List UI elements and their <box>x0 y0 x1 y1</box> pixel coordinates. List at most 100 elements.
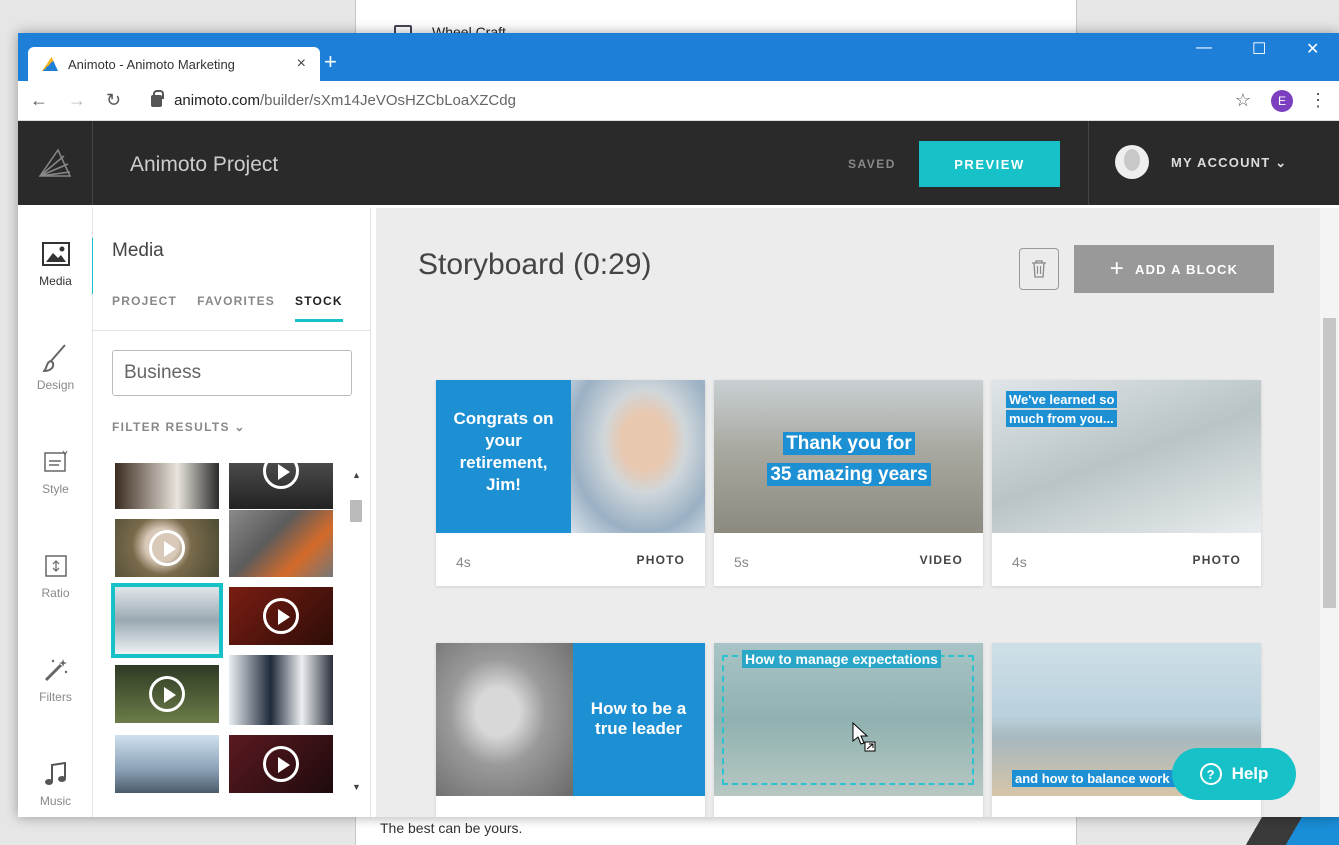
help-button[interactable]: ? Help <box>1172 748 1296 800</box>
sidebar-rail: Media Design Style Ratio Filters Music <box>18 208 96 817</box>
block-duration: 5s <box>734 554 749 570</box>
block-type: VIDEO <box>919 553 963 567</box>
browser-window: Animoto - Animoto Marketing × + — ☐ ✕ ← … <box>18 33 1339 817</box>
block-thumbnail: How to manage expectations <box>714 643 983 796</box>
storyboard-title: Storyboard (0:29) <box>418 248 652 281</box>
delete-button[interactable] <box>1019 248 1059 290</box>
block-thumbnail: Thank you for 35 amazing years <box>714 380 983 533</box>
storyboard-block[interactable]: How to be a true leader 3s PHOTO <box>436 643 705 817</box>
save-status: SAVED <box>848 157 896 171</box>
browser-tab[interactable]: Animoto - Animoto Marketing × <box>28 47 320 81</box>
block-type: PHOTO <box>636 553 685 567</box>
profile-avatar[interactable]: E <box>1271 89 1293 112</box>
storyboard-block[interactable]: Thank you for 35 amazing years 5s VIDEO <box>714 380 983 586</box>
media-tabs: PROJECT FAVORITES STOCK <box>112 294 343 322</box>
sidebar-item-ratio[interactable]: Ratio <box>18 550 93 600</box>
stock-thumbnail[interactable] <box>229 655 333 725</box>
animoto-favicon-icon <box>42 57 58 71</box>
storyboard-block[interactable]: How to manage expectations 3s PHOTO <box>714 643 983 817</box>
preview-button[interactable]: PREVIEW <box>919 141 1060 187</box>
block-caption: Congrats on your retirement, Jim! <box>453 409 554 494</box>
block-thumbnail: We've learned so much from you... <box>992 380 1261 533</box>
play-icon <box>263 746 299 782</box>
browser-menu-icon[interactable]: ⋮ <box>1309 90 1327 111</box>
help-icon: ? <box>1199 763 1222 785</box>
maximize-button[interactable]: ☐ <box>1252 39 1266 59</box>
storyboard-scrollbar[interactable] <box>1320 208 1339 817</box>
block-caption: How to manage expectations <box>742 650 941 668</box>
search-input[interactable] <box>113 351 351 395</box>
storyboard-area: Storyboard (0:29) + ADD A BLOCK Congrats … <box>376 208 1320 817</box>
account-avatar[interactable] <box>1115 145 1149 179</box>
plus-icon: + <box>1109 255 1125 282</box>
tab-project[interactable]: PROJECT <box>112 294 177 308</box>
add-block-button[interactable]: + ADD A BLOCK <box>1074 245 1274 293</box>
stock-thumbnail[interactable] <box>115 463 219 509</box>
sidebar-item-media[interactable]: Media <box>18 238 96 294</box>
image-icon <box>18 238 93 270</box>
scroll-up-icon[interactable]: ▲ <box>352 470 361 480</box>
chevron-down-icon: ⌄ <box>234 420 246 434</box>
block-duration: 4s <box>1012 554 1027 570</box>
project-title[interactable]: Animoto Project <box>130 153 278 177</box>
sidebar-item-music[interactable]: Music <box>18 758 93 808</box>
address-bar: ← → ↻ animoto.com/builder/sXm14JeVOsHZCb… <box>18 81 1339 121</box>
stock-video-thumbnail[interactable] <box>229 735 333 793</box>
block-thumbnail: How to be a true leader <box>436 643 705 796</box>
tab-favorites[interactable]: FAVORITES <box>197 294 275 308</box>
stock-video-thumbnail[interactable] <box>229 463 333 509</box>
app-header: Animoto Project SAVED PREVIEW MY ACCOUNT… <box>18 121 1339 205</box>
tab-stock[interactable]: STOCK <box>295 294 343 322</box>
forward-icon[interactable]: → <box>68 90 86 111</box>
media-panel-title: Media <box>112 240 164 261</box>
new-tab-button[interactable]: + <box>324 49 337 75</box>
stock-thumbnail[interactable] <box>229 510 333 577</box>
play-icon <box>149 676 185 712</box>
ratio-icon <box>18 550 93 582</box>
my-account-menu[interactable]: MY ACCOUNT ⌄ <box>1171 155 1287 171</box>
bookmark-star-icon[interactable]: ☆ <box>1235 90 1251 111</box>
back-icon[interactable]: ← <box>30 90 48 111</box>
sidebar-item-filters[interactable]: Filters <box>18 654 93 704</box>
storyboard-block[interactable]: We've learned so much from you... 4s PHO… <box>992 380 1261 586</box>
browser-titlebar: Animoto - Animoto Marketing × + — ☐ ✕ <box>18 33 1339 81</box>
magic-wand-icon <box>18 654 93 686</box>
music-note-icon <box>18 758 93 790</box>
sidebar-item-style[interactable]: Style <box>18 446 93 496</box>
block-duration: 4s <box>456 554 471 570</box>
background-window-footer: The best can be yours. <box>380 820 523 836</box>
url-host: animoto.com <box>174 92 260 109</box>
media-panel: Media PROJECT FAVORITES STOCK FILTER RES… <box>93 208 371 817</box>
block-caption: Thank you for 35 amazing years <box>754 428 944 490</box>
filter-results-toggle[interactable]: FILTER RESULTS ⌄ <box>112 420 246 434</box>
block-caption: How to be a true leader <box>590 699 687 738</box>
animoto-logo-icon[interactable] <box>18 121 93 205</box>
minimize-button[interactable]: — <box>1196 39 1212 57</box>
stock-thumbnail[interactable] <box>115 735 219 793</box>
url-field[interactable]: animoto.com/builder/sXm14JeVOsHZCbLoaXZC… <box>174 92 516 109</box>
stock-thumbnail-grid <box>108 463 348 817</box>
style-icon <box>18 446 93 478</box>
block-type: PHOTO <box>915 816 963 817</box>
stock-video-thumbnail[interactable] <box>115 519 219 577</box>
sidebar-item-design[interactable]: Design <box>18 342 93 392</box>
url-path: /builder/sXm14JeVOsHZCbLoaXZCdg <box>259 92 516 109</box>
storyboard-block[interactable]: Congrats on your retirement, Jim! 4s PHO… <box>436 380 705 586</box>
block-type: PHOTO <box>1192 553 1241 567</box>
block-type: PHOTO <box>637 816 685 817</box>
reload-icon[interactable]: ↻ <box>106 90 121 111</box>
stock-video-thumbnail[interactable] <box>115 665 219 723</box>
play-icon <box>263 463 299 489</box>
stock-video-thumbnail[interactable] <box>229 587 333 645</box>
scroll-down-icon[interactable]: ▼ <box>352 782 361 792</box>
stock-thumbnail-selected[interactable] <box>111 583 223 658</box>
brush-icon <box>18 342 93 374</box>
tab-close-icon[interactable]: × <box>297 55 306 73</box>
trash-icon <box>1032 260 1046 278</box>
mouse-cursor-icon <box>852 722 876 752</box>
block-caption: We've learned so much from you... <box>1006 390 1118 428</box>
media-scrollbar[interactable]: ▲ ▼ <box>349 470 363 800</box>
play-icon <box>149 530 185 566</box>
play-icon <box>263 598 299 634</box>
close-window-button[interactable]: ✕ <box>1306 39 1319 59</box>
